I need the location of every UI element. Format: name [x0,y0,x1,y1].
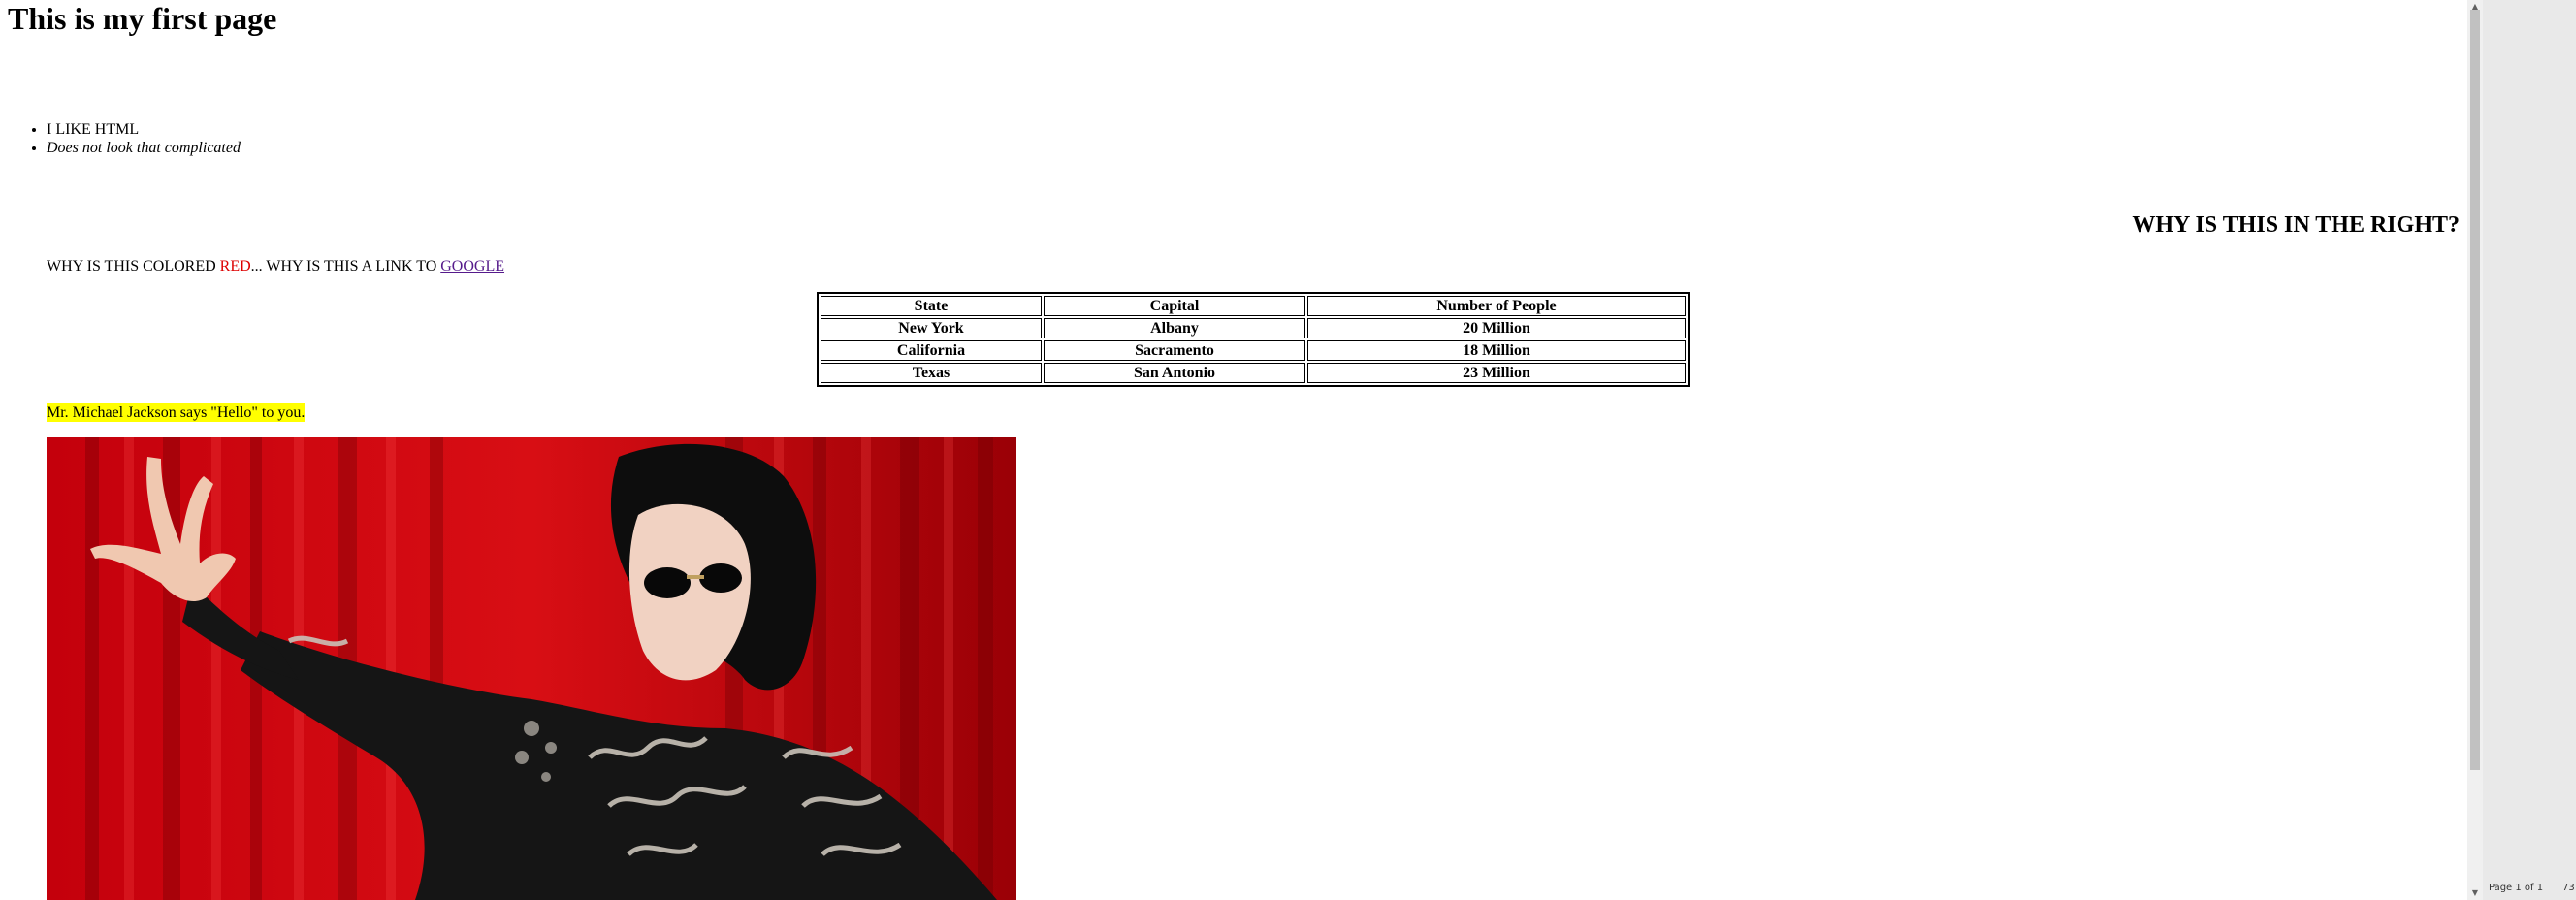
vertical-scrollbar[interactable]: ▲ ▼ [2467,0,2483,900]
table-cell: Albany [1044,318,1305,338]
column-header-state: State [821,296,1042,316]
states-table: State Capital Number of People New York … [817,292,1690,387]
table-cell: Texas [821,363,1042,383]
performer-photo [47,437,1016,900]
scroll-down-arrow-icon[interactable]: ▼ [2467,886,2483,900]
page-indicator: Page 1 of 1 [2489,883,2544,893]
highlighted-quote: Mr. Michael Jackson says "Hello" to you. [47,403,306,422]
red-word: RED [219,258,251,274]
bullet-list: I LIKE HTML Does not look that complicat… [8,120,241,157]
colored-text-line: WHY IS THIS COLORED RED... WHY IS THIS A… [47,257,504,275]
right-aligned-heading: WHY IS THIS IN THE RIGHT? [2132,212,2460,238]
table-row: New York Albany 20 Million [821,318,1686,338]
status-side-panel: Page 1 of 1 73 [2483,0,2576,900]
column-header-population: Number of People [1307,296,1686,316]
table-cell: 18 Million [1307,340,1686,361]
google-link[interactable]: GOOGLE [440,258,504,274]
scrollbar-thumb[interactable] [2470,10,2480,770]
table-header-row: State Capital Number of People [821,296,1686,316]
page-title: This is my first page [8,1,277,36]
column-header-capital: Capital [1044,296,1305,316]
table-cell: California [821,340,1042,361]
table-cell: San Antonio [1044,363,1305,383]
table-row: Texas San Antonio 23 Million [821,363,1686,383]
colored-line-middle: ... WHY IS THIS A LINK TO [250,258,441,274]
table-cell: Sacramento [1044,340,1305,361]
table-cell: 20 Million [1307,318,1686,338]
list-item: Does not look that complicated [47,139,241,157]
document-page: This is my first page I LIKE HTML Does n… [0,0,2467,900]
table-cell: New York [821,318,1042,338]
list-item: I LIKE HTML [47,120,241,139]
zoom-level: 73 [2562,883,2575,893]
table-cell: 23 Million [1307,363,1686,383]
table-row: California Sacramento 18 Million [821,340,1686,361]
colored-line-prefix: WHY IS THIS COLORED [47,258,220,274]
